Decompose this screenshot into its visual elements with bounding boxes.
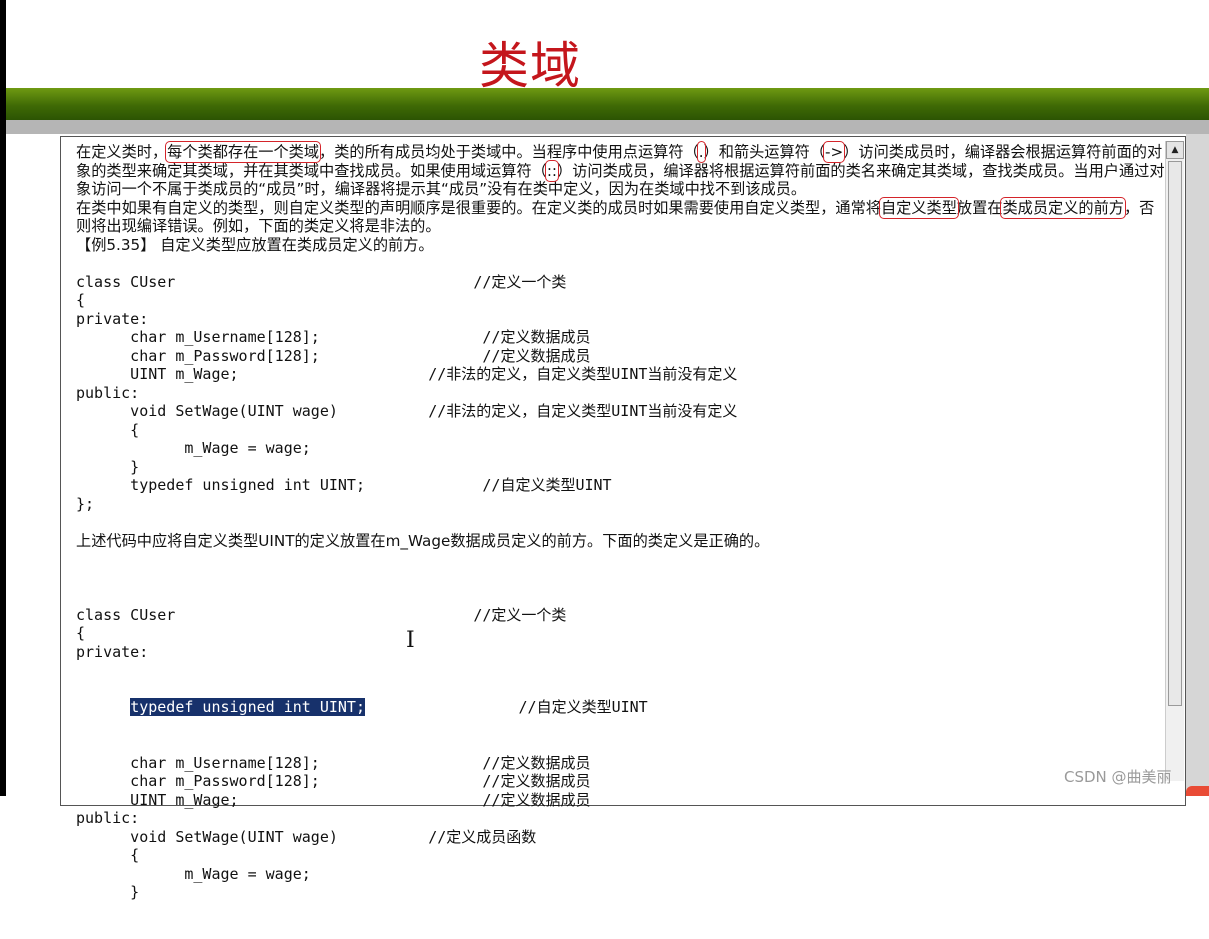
code-line: public: xyxy=(76,383,140,402)
code-line-selected-row[interactable]: typedef unsigned int UINT; //自定义类型UINT xyxy=(76,698,1166,717)
code-line: char m_Password[128]; //定义数据成员 xyxy=(76,346,591,365)
highlighted-phrase: 自定义类型 xyxy=(878,196,959,219)
document-content: 在定义类时，每个类都存在一个类域，类的所有成员均处于类域中。当程序中使用点运算符… xyxy=(76,141,1166,939)
code-line: }; xyxy=(76,494,95,513)
code-lines-before: class CUser //定义一个类{private: xyxy=(76,606,1166,662)
code-line: m_Wage = wage; xyxy=(76,864,311,883)
code-line: } xyxy=(76,883,140,901)
code-line: { xyxy=(76,846,140,864)
highlighted-phrase: -> xyxy=(822,141,846,163)
paragraph-class-scope: 在定义类时，每个类都存在一个类域，类的所有成员均处于类域中。当程序中使用点运算符… xyxy=(76,141,1166,199)
code-line: private: xyxy=(76,642,149,661)
code-line: } xyxy=(76,457,140,476)
highlighted-phrase: 每个类都存在一个类域 xyxy=(165,141,321,163)
text-run: ）和箭头运算符（ xyxy=(703,143,826,161)
code-line: { xyxy=(76,291,86,309)
code-line: void SetWage(UINT wage) //非法的定义，自定义类型UIN… xyxy=(76,402,738,420)
triangle-up-icon[interactable]: ▲ xyxy=(1166,141,1184,159)
highlighted-phrase: :: xyxy=(544,159,560,182)
header-strip xyxy=(6,120,1209,134)
text-cursor-icon: I xyxy=(406,628,415,653)
code-line: void SetWage(UINT wage) //定义成员函数 xyxy=(76,827,537,846)
middle-paragraph: 上述代码中应将自定义类型UINT的定义放置在m_Wage数据成员定义的前方。下面… xyxy=(76,531,770,550)
header-band xyxy=(6,88,1209,120)
document-frame[interactable]: 在定义类时，每个类都存在一个类域，类的所有成员均处于类域中。当程序中使用点运算符… xyxy=(60,136,1186,901)
code-block-correct: class CUser //定义一个类{private: typedef uns… xyxy=(76,569,1166,939)
code-line: { xyxy=(76,624,86,642)
paragraph-custom-type: 在类中如果有自定义的类型，则自定义类型的声明顺序是很重要的。在定义类的成员时如果… xyxy=(76,196,1166,236)
code-line: UINT m_Wage; //非法的定义，自定义类型UINT当前没有定义 xyxy=(76,365,738,383)
highlighted-phrase: 类成员定义的前方 xyxy=(1000,196,1126,219)
code-block-illegal: class CUser //定义一个类{private: char m_User… xyxy=(76,273,1166,514)
right-margin-panel xyxy=(1186,134,1209,796)
text-run: 放置在 xyxy=(956,198,1003,217)
code-comment: //自定义类型UINT xyxy=(365,698,648,716)
selected-text[interactable]: typedef unsigned int UINT; xyxy=(130,698,365,716)
code-line: public: xyxy=(76,809,140,827)
text-run: 在定义类时， xyxy=(76,143,168,161)
text-run: ，类的所有成员均处于类域中。当程序中使用点运算符（ xyxy=(319,143,699,161)
scrollbar-thumb[interactable] xyxy=(1168,161,1182,706)
code-line: class CUser //定义一个类 xyxy=(76,605,567,624)
example-label: 【例5.35】 自定义类型应放置在类成员定义的前方。 xyxy=(76,235,434,254)
vertical-scrollbar[interactable]: ▲ xyxy=(1165,141,1184,781)
code-lines-after: char m_Username[128]; //定义数据成员 char m_Pa… xyxy=(76,754,1166,902)
code-line: class CUser //定义一个类 xyxy=(76,272,567,291)
watermark: CSDN @曲美丽 xyxy=(1064,768,1172,786)
code-line: UINT m_Wage; //定义数据成员 xyxy=(76,790,591,809)
code-line: { xyxy=(76,420,140,439)
code-line: private: xyxy=(76,309,149,328)
code-line: char m_Password[128]; //定义数据成员 xyxy=(76,772,591,790)
code-line: m_Wage = wage; xyxy=(76,439,311,457)
code-line: typedef unsigned int UINT; //自定义类型UINT xyxy=(76,476,612,494)
corner-badge-icon xyxy=(1186,786,1209,796)
code-line: char m_Username[128]; //定义数据成员 xyxy=(76,753,591,772)
code-line: char m_Username[128]; //定义数据成员 xyxy=(76,328,591,346)
text-run: 在类中如果有自定义的类型，则自定义类型的声明顺序是很重要的。在定义类的成员时如果… xyxy=(76,198,881,217)
